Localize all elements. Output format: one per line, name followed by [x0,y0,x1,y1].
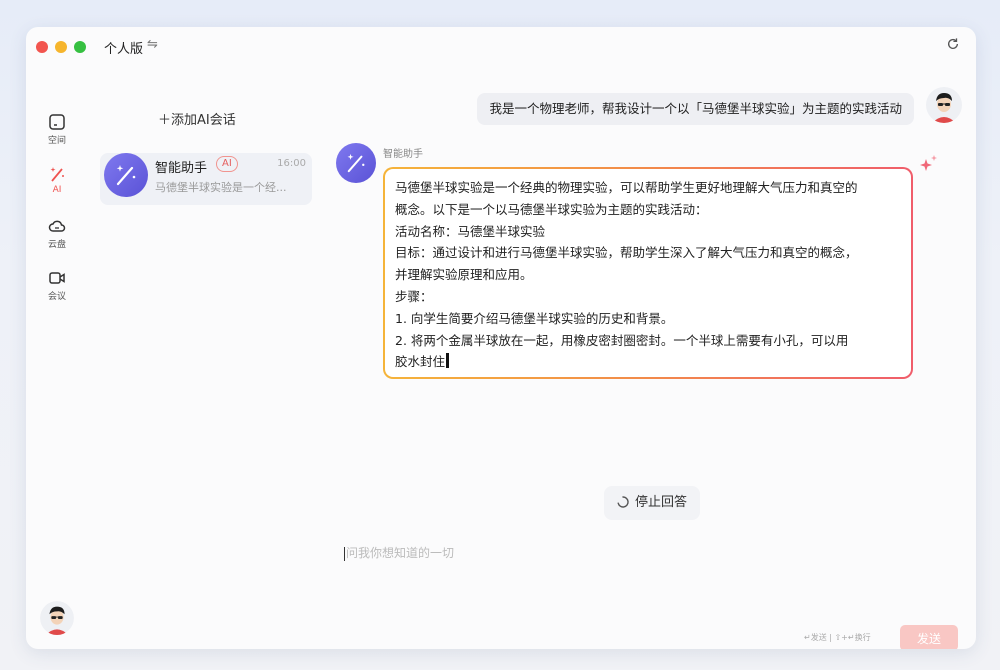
message-line: 活动名称：马德堡半球实验 [395,223,546,239]
stop-answer-label: 停止回答 [634,495,687,510]
window-title: 个人版 [104,42,144,57]
user-message: 我是一个物理老师，帮我设计一个以「马德堡半球实验」为主题的实践活动 [477,93,914,125]
loading-spinner-icon [617,496,629,508]
app-window: 个人版 ⇋ 空间 AI 云盘 会议 ＋添加AI会话 智能助手 AI 16:00 … [26,27,976,649]
message-line: 胶水封住 [395,354,446,370]
rail-item-label: 空间 [47,136,66,146]
send-button[interactable]: 发送 [900,625,958,649]
user-avatar [926,87,962,123]
profile-avatar[interactable] [40,601,74,635]
assistant-message: 马德堡半球实验是一个经典的物理实验，可以帮助学生更好地理解大气压力和真空的 概念… [383,167,913,379]
maximize-window-button[interactable] [74,41,86,53]
message-line: 2. 将两个金属半球放在一起，用橡皮密封圈密封。一个半球上需要有小孔，可以用 [395,332,849,348]
conversation-name: 智能助手 [155,161,208,176]
message-composer: ↵发送 | ⇧+↵换行 发送 [334,537,964,649]
message-line: 目标：通过设计和进行马德堡半球实验，帮助学生深入了解大气压力和真空的概念， [395,245,858,261]
assistant-message-body: 马德堡半球实验是一个经典的物理实验，可以帮助学生更好地理解大气压力和真空的 概念… [385,169,911,377]
user-avatar-icon [932,93,956,123]
stop-answer-button[interactable]: 停止回答 [604,486,700,520]
message-line: 1. 向学生简要介绍马德堡半球实验的历史和背景。 [395,310,674,326]
keyboard-hint: ↵发送 | ⇧+↵换行 [804,633,871,642]
minimize-window-button[interactable] [55,41,67,53]
close-window-button[interactable] [36,41,48,53]
magic-wand-icon [116,165,136,186]
rail-item-meeting[interactable]: 会议 [37,265,77,309]
cloud-icon [48,220,66,232]
message-line: 并理解实验原理和应用。 [395,267,533,283]
rail-item-label: AI [52,185,62,195]
message-line: 概念。以下是一个以马德堡半球实验为主题的实践活动： [395,201,708,217]
input-caret [344,547,345,561]
conversation-item[interactable]: 智能助手 AI 16:00 马德堡半球实验是一个经... [100,153,312,205]
chat-panel: 我是一个物理老师，帮我设计一个以「马德堡半球实验」为主题的实践活动 智能助手 马… [326,67,976,649]
switch-icon[interactable]: ⇋ [147,37,158,52]
message-line-last: 胶水封住 [395,351,901,373]
rail-item-ai[interactable]: AI [37,161,77,205]
message-input[interactable] [344,545,888,561]
ai-badge: AI [216,156,238,172]
message-line: 马德堡半球实验是一个经典的物理实验，可以帮助学生更好地理解大气压力和真空的 [395,180,858,195]
magic-wand-icon [347,153,365,173]
user-avatar-icon [40,601,74,635]
assistant-avatar [104,153,148,197]
conversation-preview: 马德堡半球实验是一个经... [155,181,287,194]
assistant-avatar [336,143,376,183]
rail-item-label: 云盘 [47,240,66,250]
typing-cursor [446,353,450,369]
magic-wand-icon [50,167,64,182]
message-line: 步骤： [395,288,433,304]
sparkle-icon [920,155,937,171]
add-ai-session-button[interactable]: ＋添加AI会话 [158,109,236,128]
rail-item-space[interactable]: 空间 [37,109,77,153]
title-bar: 个人版 ⇋ [26,27,976,65]
conversation-list: ＋添加AI会话 智能助手 AI 16:00 马德堡半球实验是一个经... [88,67,324,649]
nav-rail: 空间 AI 云盘 会议 [26,67,88,649]
video-icon [49,272,65,284]
assistant-name: 智能助手 [383,149,423,160]
conversation-time: 16:00 [277,158,306,169]
refresh-icon[interactable] [946,37,960,51]
rail-item-label: 会议 [47,292,66,302]
rail-item-cloud[interactable]: 云盘 [37,213,77,257]
square-icon [49,114,65,130]
